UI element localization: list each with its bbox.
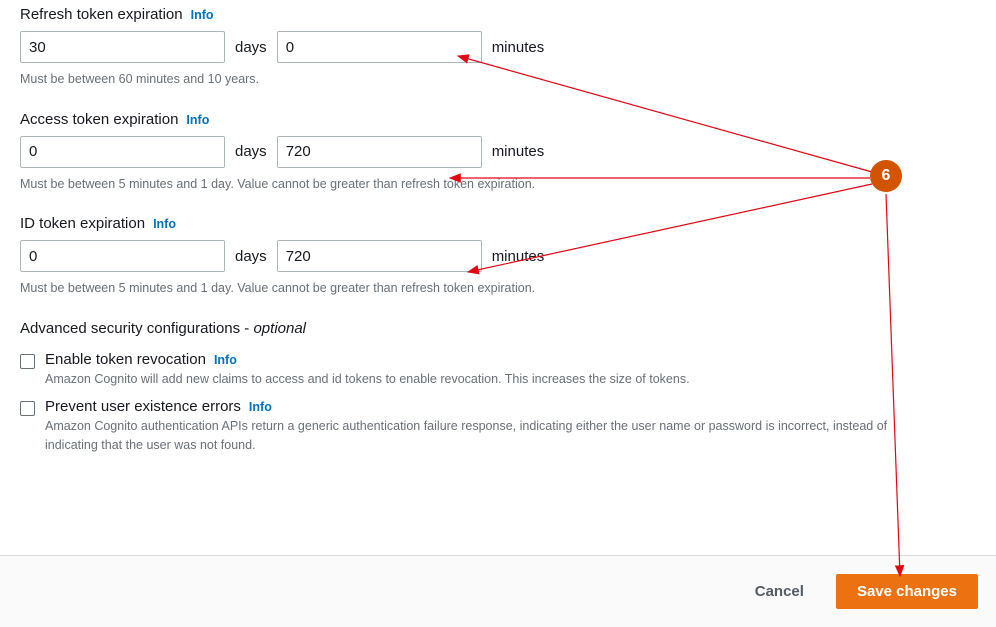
enable-token-revocation-row: Enable token revocation Info Amazon Cogn… [20, 351, 976, 389]
enable-token-revocation-info-link[interactable]: Info [214, 353, 237, 367]
enable-token-revocation-desc: Amazon Cognito will add new claims to ac… [45, 370, 976, 389]
save-changes-button[interactable]: Save changes [836, 574, 978, 609]
enable-token-revocation-checkbox[interactable] [20, 354, 35, 369]
id-token-group: ID token expiration Info days minutes Mu… [20, 215, 976, 298]
days-unit-label: days [235, 39, 267, 56]
id-token-days-input[interactable] [20, 240, 225, 272]
access-token-label-text: Access token expiration [20, 111, 178, 128]
minutes-unit-label: minutes [492, 248, 545, 265]
refresh-token-days-input[interactable] [20, 31, 225, 63]
id-token-label: ID token expiration Info [20, 215, 976, 232]
refresh-token-group: Refresh token expiration Info days minut… [20, 6, 976, 89]
advanced-security-heading-text: Advanced security configurations - [20, 320, 249, 337]
access-token-info-link[interactable]: Info [186, 113, 209, 127]
access-token-group: Access token expiration Info days minute… [20, 111, 976, 194]
prevent-user-existence-desc: Amazon Cognito authentication APIs retur… [45, 417, 976, 455]
access-token-helper: Must be between 5 minutes and 1 day. Val… [20, 176, 976, 194]
access-token-minutes-input[interactable] [277, 136, 482, 168]
id-token-label-text: ID token expiration [20, 215, 145, 232]
refresh-token-minutes-input[interactable] [277, 31, 482, 63]
prevent-user-existence-checkbox[interactable] [20, 401, 35, 416]
prevent-user-existence-label: Prevent user existence errors [45, 398, 241, 415]
days-unit-label: days [235, 248, 267, 265]
refresh-token-label-text: Refresh token expiration [20, 6, 183, 23]
access-token-label: Access token expiration Info [20, 111, 976, 128]
advanced-security-heading: Advanced security configurations - optio… [20, 320, 976, 337]
minutes-unit-label: minutes [492, 143, 545, 160]
days-unit-label: days [235, 143, 267, 160]
annotation-badge-6: 6 [870, 160, 902, 192]
cancel-button[interactable]: Cancel [751, 575, 808, 608]
prevent-user-existence-info-link[interactable]: Info [249, 400, 272, 414]
optional-label: optional [253, 320, 306, 337]
id-token-minutes-input[interactable] [277, 240, 482, 272]
enable-token-revocation-label: Enable token revocation [45, 351, 206, 368]
id-token-helper: Must be between 5 minutes and 1 day. Val… [20, 280, 976, 298]
minutes-unit-label: minutes [492, 39, 545, 56]
access-token-days-input[interactable] [20, 136, 225, 168]
refresh-token-label: Refresh token expiration Info [20, 6, 976, 23]
refresh-token-info-link[interactable]: Info [191, 8, 214, 22]
footer-actions: Cancel Save changes [0, 555, 996, 627]
prevent-user-existence-row: Prevent user existence errors Info Amazo… [20, 398, 976, 455]
refresh-token-helper: Must be between 60 minutes and 10 years. [20, 71, 976, 89]
id-token-info-link[interactable]: Info [153, 217, 176, 231]
